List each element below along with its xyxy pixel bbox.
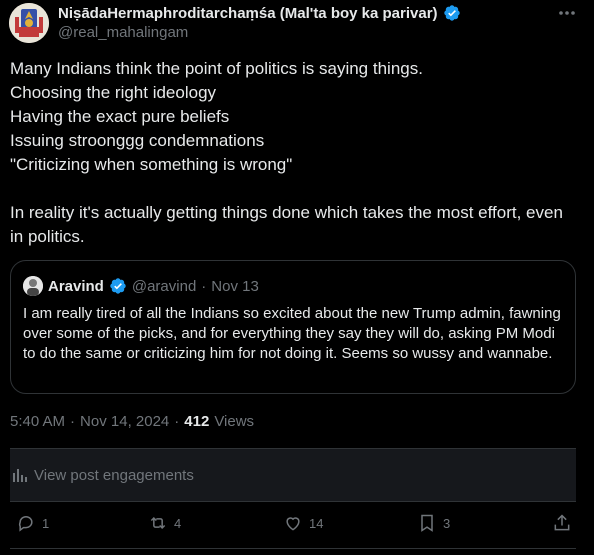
post-time[interactable]: 5:40 AM bbox=[10, 413, 65, 430]
quoted-avatar-portrait-icon bbox=[23, 276, 43, 296]
meta-separator: · bbox=[174, 413, 180, 430]
post-meta: 5:40 AM · Nov 14, 2024 · 412 Views bbox=[10, 413, 254, 430]
quoted-header: Aravind @aravind · Nov 13 bbox=[23, 276, 259, 296]
quoted-author-handle[interactable]: @aravind bbox=[132, 278, 196, 295]
divider bbox=[10, 548, 576, 549]
post-date[interactable]: Nov 14, 2024 bbox=[80, 413, 169, 430]
action-bar: 1 4 14 3 bbox=[0, 505, 594, 545]
author-avatar[interactable] bbox=[9, 3, 49, 43]
quoted-avatar[interactable] bbox=[23, 276, 43, 296]
author-name-row: NiṣādaHermaphroditarchaṃśa (Mal'ta boy k… bbox=[58, 3, 461, 23]
view-engagements-button[interactable]: View post engagements bbox=[10, 448, 576, 502]
post-text: Many Indians think the point of politics… bbox=[10, 59, 563, 246]
bookmark-button[interactable]: 3 bbox=[417, 513, 450, 533]
quoted-text: I am really tired of all the Indians so … bbox=[23, 305, 561, 362]
like-button[interactable]: 14 bbox=[283, 513, 323, 533]
quoted-author-name[interactable]: Aravind bbox=[48, 278, 104, 295]
bookmark-icon bbox=[421, 514, 433, 532]
avatar-emblem-icon bbox=[9, 3, 49, 43]
quoted-separator: · bbox=[201, 277, 207, 295]
repost-count: 4 bbox=[174, 515, 182, 531]
meta-separator: · bbox=[70, 413, 76, 430]
reply-count: 1 bbox=[42, 515, 50, 531]
post: NiṣādaHermaphroditarchaṃśa (Mal'ta boy k… bbox=[0, 0, 594, 555]
more-dots-icon[interactable] bbox=[556, 4, 578, 22]
author-display-name[interactable]: NiṣādaHermaphroditarchaṃśa (Mal'ta boy k… bbox=[58, 5, 438, 22]
quoted-post[interactable]: Aravind @aravind · Nov 13 I am really ti… bbox=[10, 260, 576, 394]
bookmark-count: 3 bbox=[443, 515, 451, 531]
verified-badge-icon bbox=[443, 5, 460, 21]
reply-icon bbox=[18, 516, 33, 532]
views-count: 412 bbox=[184, 413, 210, 430]
like-count: 14 bbox=[309, 515, 324, 531]
quoted-date[interactable]: Nov 13 bbox=[211, 278, 259, 295]
share-icon bbox=[554, 514, 570, 531]
author-handle[interactable]: @real_mahalingam bbox=[58, 24, 188, 41]
analytics-bar-icon bbox=[13, 469, 27, 482]
heart-icon bbox=[286, 517, 300, 531]
more-icon-graphic bbox=[559, 11, 575, 15]
share-button[interactable] bbox=[552, 513, 572, 533]
repost-icon bbox=[150, 516, 166, 530]
repost-button[interactable]: 4 bbox=[148, 513, 181, 533]
quoted-verified-badge-icon bbox=[110, 278, 126, 294]
views-label: Views bbox=[214, 413, 255, 430]
view-engagements-label: View post engagements bbox=[34, 466, 194, 484]
reply-button[interactable]: 1 bbox=[16, 513, 49, 533]
